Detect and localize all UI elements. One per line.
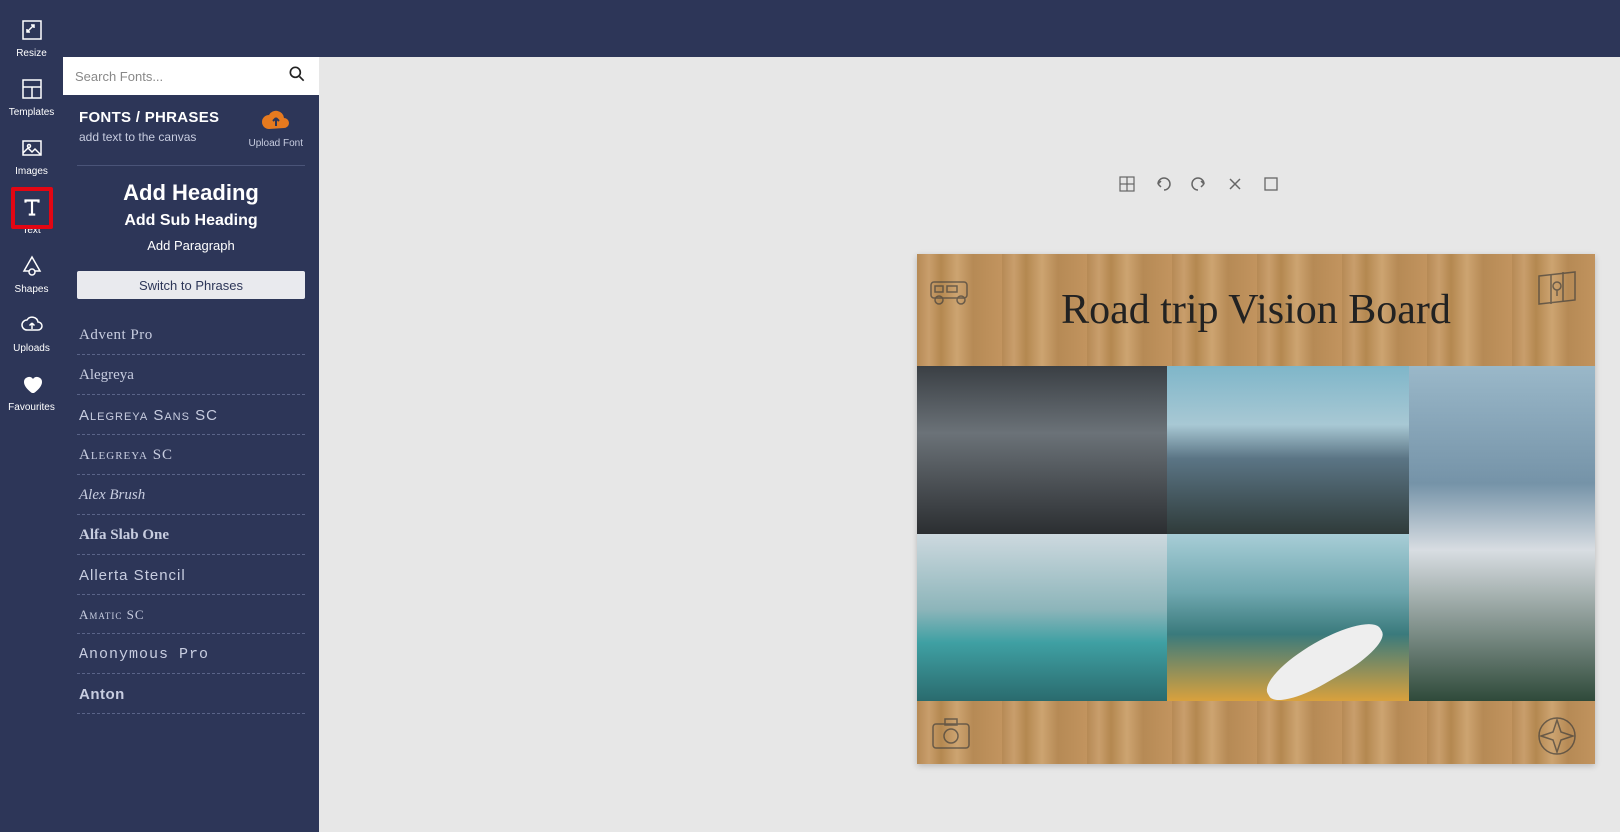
resize-icon bbox=[18, 16, 46, 44]
active-highlight bbox=[11, 187, 53, 229]
rail-label: Templates bbox=[9, 107, 55, 118]
font-item[interactable]: Advent Pro bbox=[77, 315, 305, 355]
rail-label: Resize bbox=[16, 48, 47, 59]
switch-to-phrases-button[interactable]: Switch to Phrases bbox=[77, 271, 305, 299]
shapes-icon bbox=[18, 252, 46, 280]
board-header-wood: Road trip Vision Board bbox=[917, 254, 1595, 366]
camper-van-icon bbox=[927, 266, 975, 314]
font-item[interactable]: Anonymous Pro bbox=[77, 634, 305, 674]
text-side-panel: FONTS / PHRASES add text to the canvas U… bbox=[63, 57, 319, 832]
panel-header: FONTS / PHRASES add text to the canvas U… bbox=[63, 95, 319, 159]
add-paragraph-button[interactable]: Add Paragraph bbox=[147, 238, 234, 253]
rail-label: Uploads bbox=[13, 343, 50, 354]
favourites-icon bbox=[18, 370, 46, 398]
font-item[interactable]: Alfa Slab One bbox=[77, 515, 305, 555]
canvas-toolbar bbox=[1118, 175, 1280, 193]
uploads-icon bbox=[18, 311, 46, 339]
templates-icon bbox=[18, 75, 46, 103]
add-subheading-button[interactable]: Add Sub Heading bbox=[124, 212, 257, 230]
panel-title: FONTS / PHRASES bbox=[79, 109, 219, 126]
close-icon[interactable] bbox=[1226, 175, 1244, 193]
font-search-input[interactable] bbox=[75, 69, 287, 84]
font-item[interactable]: Alegreya SC bbox=[77, 435, 305, 475]
photo-stormy-road[interactable] bbox=[917, 366, 1167, 534]
rail-text[interactable]: Text bbox=[0, 185, 63, 244]
font-list[interactable]: Advent Pro Alegreya Alegreya Sans SC Ale… bbox=[63, 311, 319, 832]
rail-images[interactable]: Images bbox=[0, 126, 63, 185]
font-item[interactable]: Amatic SC bbox=[77, 595, 305, 634]
photo-mountain-valley[interactable] bbox=[1167, 366, 1409, 534]
panel-subtitle: add text to the canvas bbox=[79, 130, 219, 144]
search-icon[interactable] bbox=[287, 64, 307, 89]
left-tool-rail: Resize Templates Images Text Shapes Uplo… bbox=[0, 0, 63, 832]
font-item[interactable]: Alex Brush bbox=[77, 475, 305, 515]
font-item[interactable]: Allerta Stencil bbox=[77, 555, 305, 595]
top-banner bbox=[63, 0, 1620, 57]
images-icon bbox=[18, 134, 46, 162]
canvas-workspace[interactable]: Road trip Vision Board bbox=[319, 57, 1620, 832]
upload-font-button[interactable]: Upload Font bbox=[249, 109, 303, 149]
grid-icon[interactable] bbox=[1118, 175, 1136, 193]
font-search-bar bbox=[63, 57, 319, 95]
font-item[interactable]: Alegreya bbox=[77, 355, 305, 395]
photo-grid bbox=[917, 366, 1595, 701]
vision-board-canvas[interactable]: Road trip Vision Board bbox=[917, 254, 1595, 764]
compass-icon bbox=[1533, 712, 1581, 760]
rail-label: Favourites bbox=[8, 402, 55, 413]
undo-icon[interactable] bbox=[1154, 175, 1172, 193]
divider bbox=[77, 165, 305, 166]
rail-favourites[interactable]: Favourites bbox=[0, 362, 63, 421]
upload-font-label: Upload Font bbox=[249, 138, 303, 149]
add-heading-button[interactable]: Add Heading bbox=[123, 180, 259, 206]
photo-kayak-paddle[interactable] bbox=[1167, 534, 1409, 702]
rail-shapes[interactable]: Shapes bbox=[0, 244, 63, 303]
square-icon[interactable] bbox=[1262, 175, 1280, 193]
photo-river-forest[interactable] bbox=[1409, 366, 1595, 701]
photo-turquoise-lake[interactable] bbox=[917, 534, 1167, 702]
rail-label: Images bbox=[15, 166, 48, 177]
redo-icon[interactable] bbox=[1190, 175, 1208, 193]
rail-resize[interactable]: Resize bbox=[0, 8, 63, 67]
rail-label: Shapes bbox=[15, 284, 49, 295]
font-item[interactable]: Alegreya Sans SC bbox=[77, 395, 305, 435]
board-title[interactable]: Road trip Vision Board bbox=[1061, 286, 1451, 334]
map-pin-icon bbox=[1533, 266, 1581, 314]
font-item[interactable]: Anton bbox=[77, 674, 305, 714]
rail-templates[interactable]: Templates bbox=[0, 67, 63, 126]
camera-icon bbox=[927, 710, 975, 758]
board-footer-wood bbox=[917, 701, 1595, 764]
text-actions: Add Heading Add Sub Heading Add Paragrap… bbox=[63, 176, 319, 267]
cloud-upload-icon bbox=[261, 109, 291, 136]
rail-uploads[interactable]: Uploads bbox=[0, 303, 63, 362]
